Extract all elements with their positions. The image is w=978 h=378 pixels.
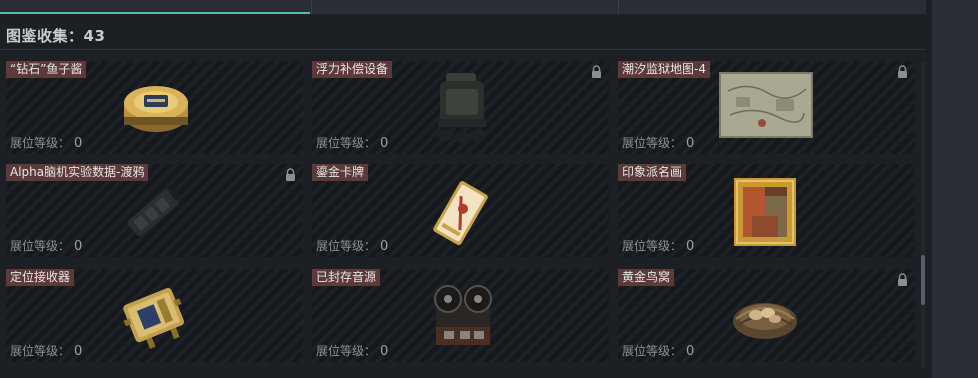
collection-card-prison-map[interactable]: 潮汐监狱地图-4 展位等级： 0 — [618, 61, 915, 154]
scrollbar-track[interactable] — [921, 62, 925, 368]
exhibit-level: 展位等级： 0 — [316, 136, 389, 151]
scrollbar-thumb[interactable] — [921, 255, 925, 305]
item-name: 浮力补偿设备 — [312, 61, 393, 78]
data-device-icon — [127, 186, 183, 237]
gilded-card-icon — [433, 181, 488, 246]
item-name: 定位接收器 — [6, 269, 75, 286]
golden-nest-icon — [733, 303, 797, 339]
collection-grid: “钻石”鱼子酱 展位等级： 0 浮力补偿设备 展位等级： 0 潮汐监狱地图-4 … — [6, 61, 915, 368]
locator-receiver-icon — [123, 287, 185, 349]
lock-icon — [898, 273, 907, 286]
collection-count: 图鉴收集：43 — [6, 27, 106, 45]
tab-2[interactable] — [311, 0, 618, 14]
collection-card-sealed-audio[interactable]: 已封存音源 展位等级： 0 — [312, 269, 609, 362]
tab-1[interactable] — [0, 0, 310, 14]
collection-card-alpha-data[interactable]: Alpha脑机实验数据-渡鸦 展位等级： 0 — [6, 164, 303, 257]
reel-tape-recorder-icon — [434, 285, 492, 345]
buoyancy-device-icon — [438, 73, 486, 143]
caviar-tin-icon — [124, 86, 188, 132]
exhibit-level: 展位等级： 0 — [10, 239, 83, 254]
exhibit-level: 展位等级： 0 — [10, 344, 83, 359]
lock-icon — [286, 168, 295, 181]
exhibit-level: 展位等级： 0 — [622, 239, 695, 254]
item-name: 已封存音源 — [312, 269, 381, 286]
exhibit-level: 展位等级： 0 — [622, 136, 695, 151]
exhibit-level: 展位等级： 0 — [316, 239, 389, 254]
divider — [0, 49, 926, 50]
tab-bar — [0, 0, 926, 14]
item-name: 黄金鸟窝 — [618, 269, 675, 286]
exhibit-level: 展位等级： 0 — [10, 136, 83, 151]
tab-3[interactable] — [618, 0, 927, 14]
framed-painting-icon — [734, 178, 796, 246]
item-name: “钻石”鱼子酱 — [6, 61, 87, 78]
collection-card-gilded-card[interactable]: 鎏金卡牌 展位等级： 0 — [312, 164, 609, 257]
exhibit-level: 展位等级： 0 — [622, 344, 695, 359]
item-name: 印象派名画 — [618, 164, 687, 181]
side-panel — [932, 0, 978, 378]
exhibit-level: 展位等级： 0 — [316, 344, 389, 359]
collection-card-buoyancy-device[interactable]: 浮力补偿设备 展位等级： 0 — [312, 61, 609, 154]
collection-card-caviar[interactable]: “钻石”鱼子酱 展位等级： 0 — [6, 61, 303, 154]
lock-icon — [592, 65, 601, 78]
item-name: 潮汐监狱地图-4 — [618, 61, 710, 78]
collection-card-locator-receiver[interactable]: 定位接收器 展位等级： 0 — [6, 269, 303, 362]
collection-card-painting[interactable]: 印象派名画 展位等级： 0 — [618, 164, 915, 257]
item-name: 鎏金卡牌 — [312, 164, 369, 181]
lock-icon — [898, 65, 907, 78]
prison-map-icon — [719, 72, 813, 138]
collection-card-golden-nest[interactable]: 黄金鸟窝 展位等级： 0 — [618, 269, 915, 362]
